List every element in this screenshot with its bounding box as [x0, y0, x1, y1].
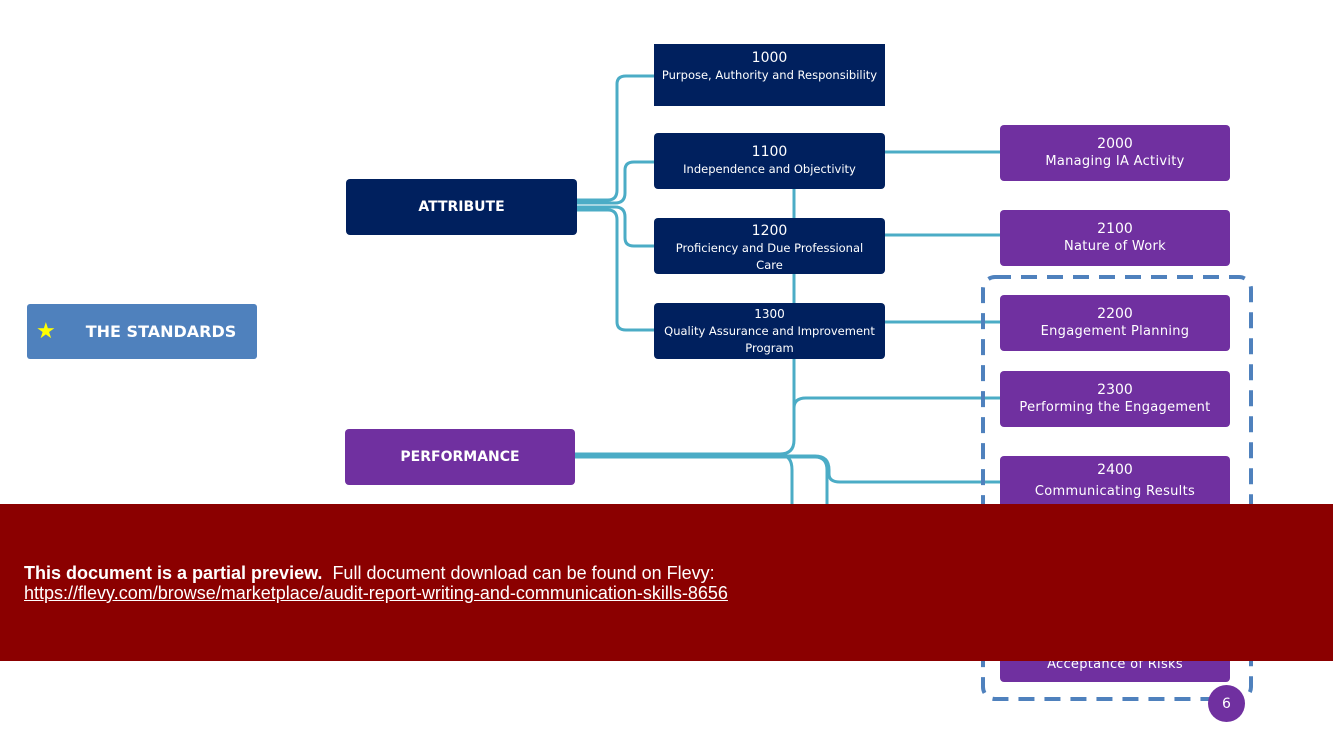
the-standards-box[interactable]: ★ THE STANDARDS [27, 304, 257, 359]
performance-label: PERFORMANCE [400, 449, 520, 465]
standard-number: 1200 [751, 223, 788, 239]
standard-number: 2300 [1097, 381, 1133, 398]
standard-label: Managing IA Activity [1045, 153, 1185, 169]
attribute-label: ATTRIBUTE [418, 199, 505, 215]
attribute-box[interactable]: ATTRIBUTE [346, 179, 577, 235]
standard-label: Performing the Engagement [1019, 399, 1211, 415]
standard-number: 2000 [1097, 135, 1133, 152]
standard-number: 1300 [754, 306, 785, 321]
standard-2100[interactable]: 2100 Nature of Work [1000, 210, 1230, 266]
standard-label: Proficiency and Due Professional Care [675, 241, 864, 272]
banner-bold: This document is a partial preview. [24, 563, 323, 583]
banner-text: Full document download can be found on F… [332, 563, 715, 583]
standard-label: Purpose, Authority and Responsibility [661, 68, 878, 82]
preview-banner: This document is a partial preview. Full… [0, 504, 1333, 661]
standard-number: 1100 [751, 144, 788, 160]
standard-1300[interactable]: 1300 Quality Assurance and Improvement P… [654, 303, 885, 359]
standard-label: Independence and Objectivity [683, 162, 856, 176]
flevy-link[interactable]: https://flevy.com/browse/marketplace/aud… [24, 583, 728, 603]
standard-1000[interactable]: 1000 Purpose, Authority and Responsibili… [654, 44, 885, 106]
standard-number: 2200 [1097, 305, 1133, 322]
standard-2200[interactable]: 2200 Engagement Planning [1000, 295, 1230, 351]
page-number: 6 [1222, 695, 1231, 712]
standard-2300[interactable]: 2300 Performing the Engagement [1000, 371, 1230, 427]
standard-number: 2400 [1097, 462, 1133, 478]
standard-label: Communicating Results [1034, 484, 1196, 499]
page-number-badge: 6 [1208, 685, 1245, 722]
standard-1100[interactable]: 1100 Independence and Objectivity [654, 133, 885, 189]
star-icon: ★ [36, 319, 56, 344]
performance-box[interactable]: PERFORMANCE [345, 429, 575, 485]
standard-label: Nature of Work [1064, 238, 1166, 254]
standard-1200[interactable]: 1200 Proficiency and Due Professional Ca… [654, 218, 885, 274]
standard-2000[interactable]: 2000 Managing IA Activity [1000, 125, 1230, 181]
standard-number: 2100 [1097, 220, 1133, 237]
root-label: THE STANDARDS [85, 322, 237, 341]
standard-label: Engagement Planning [1040, 323, 1190, 339]
standard-label: Quality Assurance and Improvement Progra… [664, 323, 875, 355]
standard-number: 1000 [751, 50, 788, 66]
